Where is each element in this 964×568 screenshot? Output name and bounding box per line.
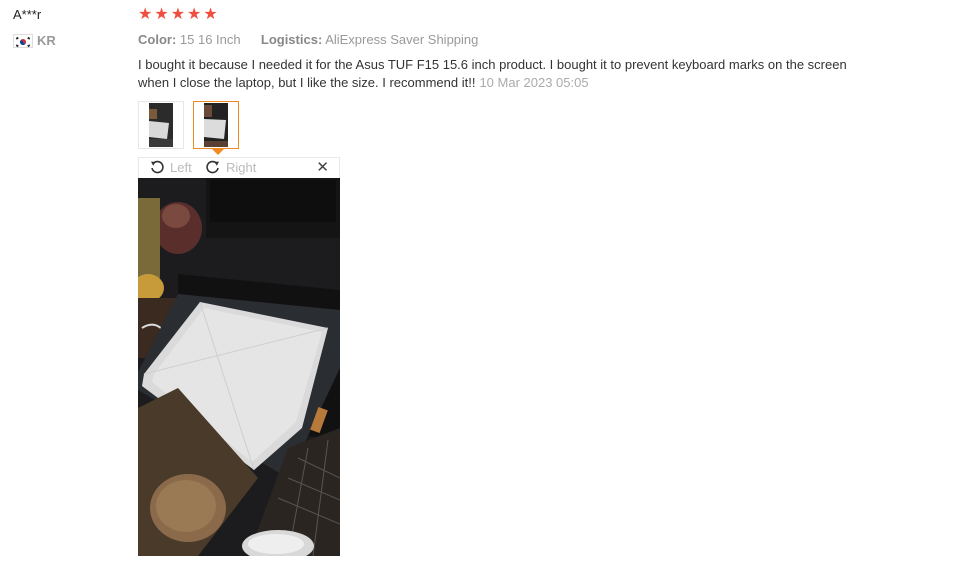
review-photo-thumbnail-2[interactable] [193,101,239,149]
country-code: KR [37,33,56,48]
thumbnail-pointer [212,149,224,155]
rotate-left-label: Left [170,159,192,175]
logistics-label: Logistics: [260,32,323,47]
close-viewer-button[interactable]: ✕ [316,159,329,177]
rotate-right-icon [205,159,221,175]
logistics-value: AliExpress Saver Shipping [325,32,479,47]
reviewer-country: KR [13,33,56,48]
star-icon: ★ [138,6,153,23]
rotate-right-label: Right [226,159,257,175]
star-icon: ★ [170,6,186,23]
rotate-left-button[interactable]: Left [149,159,192,175]
close-icon: ✕ [316,159,329,176]
reviewer-name: A***r [13,7,42,22]
star-rating: ★ ★ ★ ★ ★ [138,6,218,24]
review-meta: Color: 15 16 Inch Logistics: AliExpress … [138,32,478,47]
color-value: 15 16 Inch [179,32,241,47]
rotate-left-icon [149,159,165,175]
star-icon: ★ [187,6,202,23]
star-icon: ★ [203,6,218,23]
rotate-right-button[interactable]: Right [205,159,256,175]
review-photo [138,178,340,556]
review-photo-enlarged [138,178,340,556]
color-label: Color: [138,32,177,47]
star-icon: ★ [154,6,169,23]
review-photo-thumbnail-1[interactable] [138,101,184,149]
korea-flag-icon [13,33,33,48]
review-body: I bought it because I needed it for the … [138,56,858,92]
review-date: 10 Mar 2023 05:05 [479,75,589,90]
image-viewer-toolbar: Left Right ✕ [138,157,340,178]
